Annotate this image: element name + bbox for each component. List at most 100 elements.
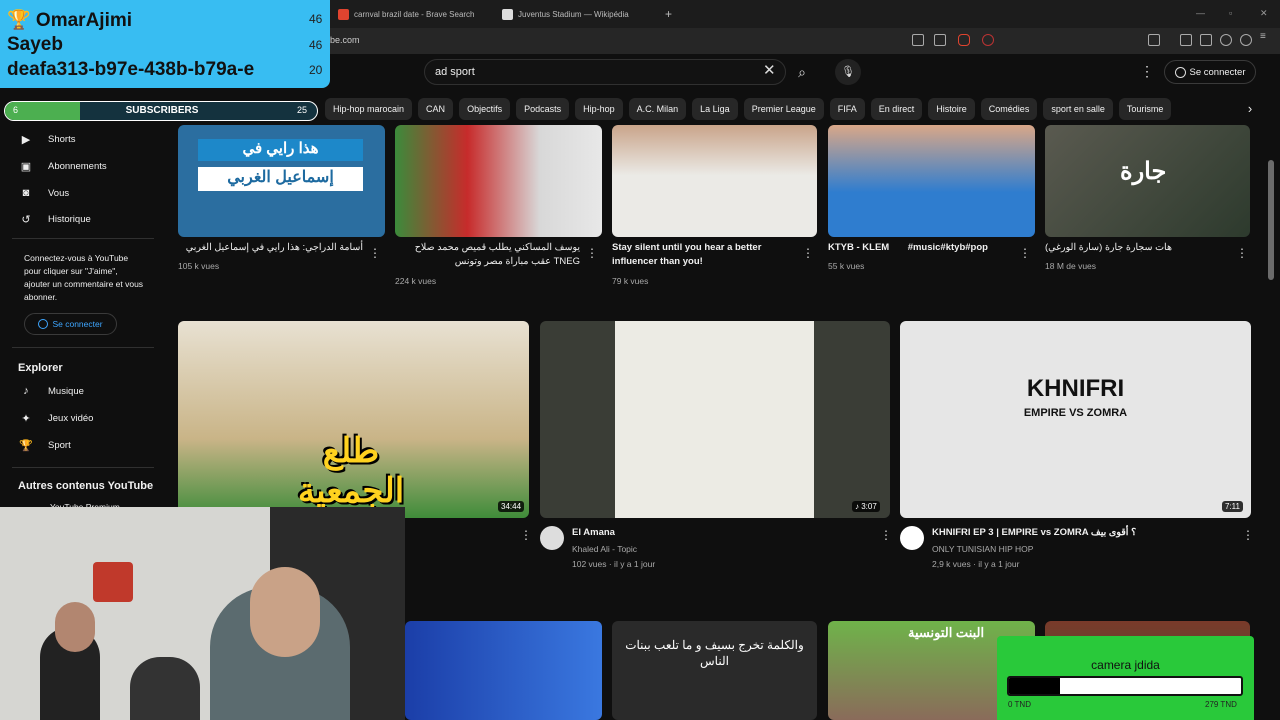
chip[interactable]: En direct bbox=[870, 98, 923, 120]
channel-name[interactable]: Khaled Ali - Topic bbox=[572, 542, 637, 556]
browser-tab[interactable]: Juventus Stadium — Wikipédia bbox=[502, 4, 629, 24]
brave-shield-icon[interactable] bbox=[958, 34, 970, 46]
video-thumbnail[interactable] bbox=[395, 125, 602, 237]
video-thumbnail[interactable] bbox=[405, 621, 602, 720]
video-meta: 102 vues · il y a 1 jour bbox=[572, 559, 656, 569]
more-options-icon[interactable]: ⋮ bbox=[1019, 246, 1031, 260]
settings-more-icon[interactable]: ⋮ bbox=[1140, 63, 1154, 80]
leo-icon[interactable] bbox=[1220, 34, 1232, 46]
chip[interactable]: Histoire bbox=[928, 98, 975, 120]
signin-button[interactable]: Se connecter bbox=[1164, 60, 1256, 84]
video-meta: 55 k vues bbox=[828, 261, 865, 271]
video-thumbnail[interactable]: جارة bbox=[1045, 125, 1250, 237]
close-window-icon[interactable]: ✕ bbox=[1260, 8, 1268, 19]
brave-icon bbox=[338, 8, 349, 20]
sidebar-item-sport[interactable]: 🏆 Sport bbox=[18, 439, 71, 452]
menu-icon[interactable]: ≡ bbox=[1260, 31, 1272, 43]
overlay-line: deafa313-b97e-438b-b79a-e bbox=[7, 59, 255, 80]
thumbnail-text: إسماعيل الغربي bbox=[198, 167, 363, 191]
overlay-count: 46 bbox=[309, 12, 323, 26]
channel-avatar[interactable] bbox=[540, 526, 564, 550]
sidebar-toggle-icon[interactable] bbox=[1148, 34, 1160, 46]
video-thumbnail[interactable] bbox=[612, 125, 817, 237]
person bbox=[130, 657, 200, 720]
sidebar-item-music[interactable]: ♪ Musique bbox=[18, 385, 84, 397]
vpn-icon[interactable] bbox=[1240, 34, 1252, 46]
video-thumbnail[interactable] bbox=[828, 125, 1035, 237]
tab-label: Juventus Stadium — Wikipédia bbox=[518, 9, 629, 19]
thumbnail-text: جارة bbox=[1120, 158, 1167, 185]
more-options-icon[interactable]: ⋮ bbox=[369, 246, 381, 260]
chevron-right-icon[interactable]: › bbox=[1240, 99, 1260, 119]
chip[interactable]: Podcasts bbox=[516, 98, 570, 120]
chip[interactable]: Comédies bbox=[980, 98, 1038, 120]
chip[interactable]: sport en salle bbox=[1043, 98, 1113, 120]
chip[interactable]: CAN bbox=[418, 98, 454, 120]
new-tab-button[interactable]: + bbox=[665, 4, 672, 24]
tab-label: carnval brazil date - Brave Search bbox=[354, 9, 475, 19]
more-options-icon[interactable]: ⋮ bbox=[880, 528, 892, 542]
share-icon[interactable] bbox=[934, 34, 946, 46]
sidebar-item-label: Jeux vidéo bbox=[48, 413, 94, 424]
chip[interactable]: Hip-hop bbox=[575, 98, 623, 120]
reader-icon[interactable] bbox=[1180, 34, 1192, 46]
channel-name[interactable]: ONLY TUNISIAN HIP HOP bbox=[932, 542, 1033, 556]
shorts-icon: ▶ bbox=[21, 134, 31, 146]
more-options-icon[interactable]: ⋮ bbox=[802, 246, 814, 260]
chip[interactable]: Objectifs bbox=[459, 98, 511, 120]
signin-label: Se connecter bbox=[52, 319, 103, 329]
more-options-icon[interactable]: ⋮ bbox=[586, 246, 598, 260]
cast-icon[interactable] bbox=[912, 34, 924, 46]
minimize-icon[interactable]: — bbox=[1196, 8, 1205, 18]
maximize-icon[interactable]: ▫ bbox=[1229, 8, 1232, 18]
clear-search-icon[interactable]: ✕ bbox=[763, 63, 776, 79]
video-thumbnail[interactable]: KHNIFRI EMPIRE VS ZOMRA 7:11 bbox=[900, 321, 1251, 518]
chip[interactable]: Tourisme bbox=[1118, 98, 1172, 120]
sidebar-item-gaming[interactable]: ✦ Jeux vidéo bbox=[18, 412, 93, 425]
chip[interactable]: La Liga bbox=[692, 98, 738, 120]
video-thumbnail[interactable]: والكلمة تخرج بسيف و ما تلعب ببنات الناس bbox=[612, 621, 817, 720]
search-icon[interactable]: ⌕ bbox=[788, 59, 816, 85]
face bbox=[55, 602, 95, 652]
sidebar-item-shorts[interactable]: ▶ Shorts bbox=[18, 133, 76, 146]
video-thumbnail[interactable]: طلع الجمعية 34:44 bbox=[178, 321, 529, 518]
sidebar-item-you[interactable]: ◙ Vous bbox=[18, 187, 69, 199]
sidebar-item-history[interactable]: ↺ Historique bbox=[18, 213, 90, 226]
thumbnail-text: والكلمة تخرج بسيف و ما تلعب ببنات الناس bbox=[625, 638, 804, 668]
sidebar-item-subscriptions[interactable]: ▣ Abonnements bbox=[18, 160, 107, 173]
chip[interactable]: Hip-hop marocain bbox=[325, 98, 413, 120]
video-thumbnail[interactable]: ♪ 3:07 bbox=[540, 321, 890, 518]
channel-avatar[interactable] bbox=[900, 526, 924, 550]
sidebar-item-label: Shorts bbox=[48, 134, 76, 145]
chip[interactable]: A.C. Milan bbox=[628, 98, 687, 120]
search-input[interactable]: ad sport bbox=[424, 59, 786, 85]
browser-tab[interactable]: carnval brazil date - Brave Search bbox=[338, 4, 475, 24]
wallet-icon[interactable] bbox=[1200, 34, 1212, 46]
rewards-icon[interactable] bbox=[982, 34, 994, 46]
video-title[interactable]: KTYB - KLEM #music#ktyb#pop bbox=[828, 241, 1013, 255]
goal-title: camera jdida bbox=[1091, 658, 1160, 672]
video-title[interactable]: KHNIFRI EP 3 | EMPIRE vs ZOMRA ؟ أقوى بي… bbox=[932, 526, 1136, 540]
url-text[interactable]: be.com bbox=[330, 35, 360, 45]
stream-overlay: 🏆 OmarAjimi 46 Sayeb 46 deafa313-b97e-43… bbox=[0, 0, 330, 88]
scrollbar[interactable] bbox=[1268, 160, 1274, 280]
video-title[interactable]: El Amana bbox=[572, 526, 615, 540]
video-title[interactable]: أسامة الدراجي: هذا رايي في إسماعيل الغرب… bbox=[178, 241, 363, 255]
chip[interactable]: Premier League bbox=[743, 98, 824, 120]
video-title[interactable]: (هات سجارة جارة (سارة الورغي bbox=[1045, 241, 1230, 255]
subscriber-goal-bar: 6 SUBSCRIBERS 25 bbox=[4, 101, 318, 121]
chip[interactable]: FIFA bbox=[829, 98, 865, 120]
more-options-icon[interactable]: ⋮ bbox=[1242, 528, 1254, 542]
more-options-icon[interactable]: ⋮ bbox=[1236, 246, 1248, 260]
video-thumbnail[interactable]: هذا رايي في إسماعيل الغربي bbox=[178, 125, 385, 237]
more-options-icon[interactable]: ⋮ bbox=[520, 528, 532, 542]
mic-icon[interactable]: 🎙 bbox=[835, 59, 861, 85]
sidebar-signin-button[interactable]: Se connecter bbox=[24, 313, 117, 335]
video-title[interactable]: يوسف المساكني يطلب قميص محمد صلاح عقب مب… bbox=[395, 241, 580, 269]
video-title[interactable]: Stay silent until you hear a better infl… bbox=[612, 241, 792, 269]
goal-progress-fill bbox=[1009, 678, 1061, 694]
webcam-feed bbox=[0, 507, 405, 720]
face bbox=[250, 567, 320, 657]
video-meta: 2,9 k vues · il y a 1 jour bbox=[932, 559, 1020, 569]
divider bbox=[12, 347, 154, 348]
